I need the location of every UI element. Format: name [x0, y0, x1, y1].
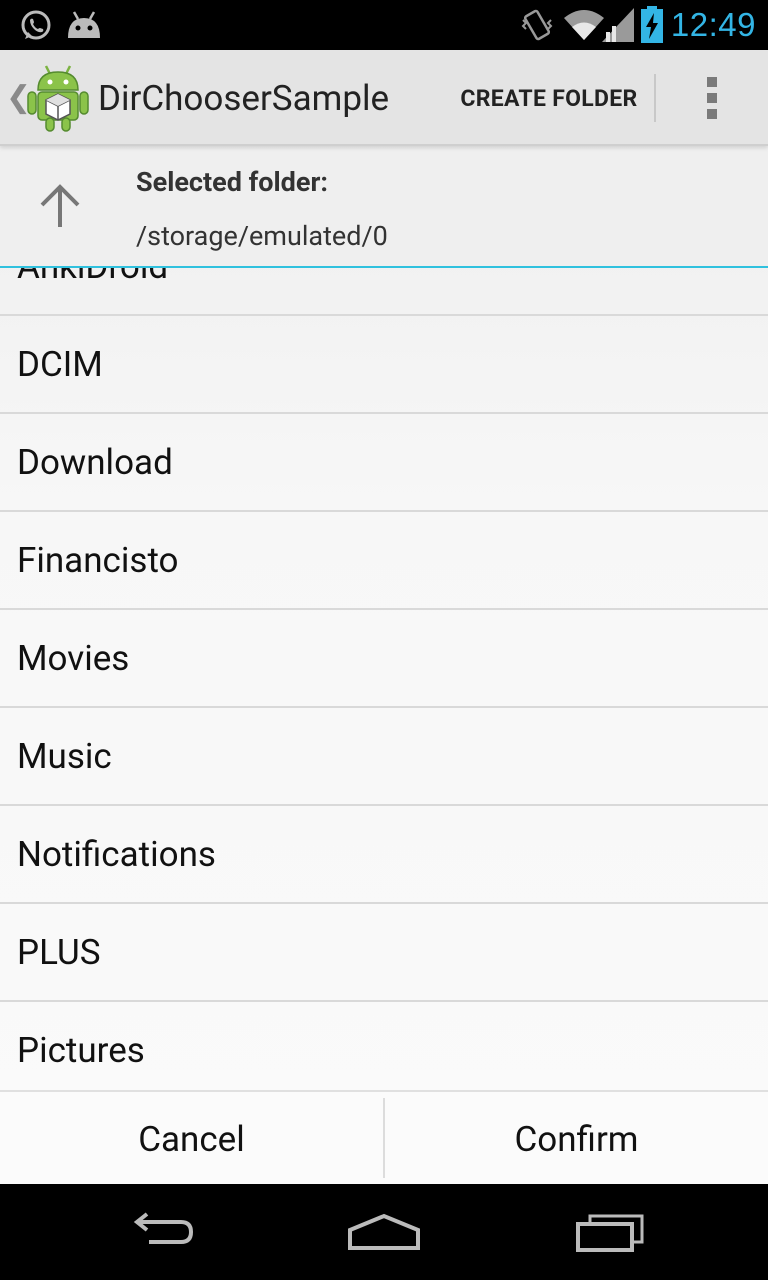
selected-folder-path: /storage/emulated/0 [136, 220, 388, 252]
cancel-button[interactable]: Cancel [0, 1092, 383, 1184]
list-item[interactable]: Movies [0, 610, 768, 708]
status-bar: 12:49 [0, 0, 768, 50]
folder-name: Music [17, 736, 112, 777]
list-item[interactable]: Notifications [0, 806, 768, 904]
signal-icon [602, 8, 634, 46]
list-item[interactable]: Music [0, 708, 768, 806]
arrow-up-icon [40, 184, 80, 227]
vibrate-icon [520, 8, 554, 46]
folder-name: Notifications [17, 834, 216, 875]
recents-icon[interactable] [560, 1202, 660, 1262]
clock: 12:49 [670, 6, 756, 43]
selected-folder-label: Selected folder: [136, 166, 328, 198]
list-item[interactable]: Download [0, 414, 768, 512]
android-notification-icon [66, 10, 102, 44]
selected-folder-header: Selected folder: /storage/emulated/0 [0, 148, 768, 268]
app-window: ❮ DirChooserSample CREATE FOLDER Selecte… [0, 50, 768, 1184]
navigation-bar [0, 1184, 768, 1280]
list-item[interactable]: PLUS [0, 904, 768, 1002]
folder-name: PLUS [17, 932, 101, 973]
app-title: DirChooserSample [98, 78, 390, 119]
wifi-icon [564, 8, 604, 46]
folder-name: Financisto [17, 540, 179, 581]
home-icon[interactable] [334, 1202, 434, 1262]
folder-list[interactable]: AnkiDroid DCIM Download Financisto Movie… [0, 218, 768, 1088]
action-bar-divider [654, 74, 656, 122]
folder-name: Download [17, 442, 173, 483]
list-item[interactable]: Financisto [0, 512, 768, 610]
battery-charging-icon [640, 6, 664, 48]
confirm-button[interactable]: Confirm [385, 1092, 768, 1184]
overflow-menu-icon[interactable] [690, 70, 734, 126]
create-folder-button[interactable]: CREATE FOLDER [446, 70, 652, 126]
folder-name: DCIM [17, 344, 103, 385]
button-bar: Cancel Confirm [0, 1090, 768, 1184]
action-bar: ❮ DirChooserSample CREATE FOLDER [0, 50, 768, 146]
list-item[interactable]: Pictures [0, 1002, 768, 1088]
back-icon[interactable] [110, 1202, 210, 1262]
android-app-icon[interactable] [26, 64, 90, 132]
folder-name: Pictures [17, 1030, 145, 1071]
folder-name: Movies [17, 638, 130, 679]
whatsapp-icon [18, 8, 54, 48]
list-item[interactable]: DCIM [0, 316, 768, 414]
navigate-up-button[interactable] [24, 170, 96, 242]
